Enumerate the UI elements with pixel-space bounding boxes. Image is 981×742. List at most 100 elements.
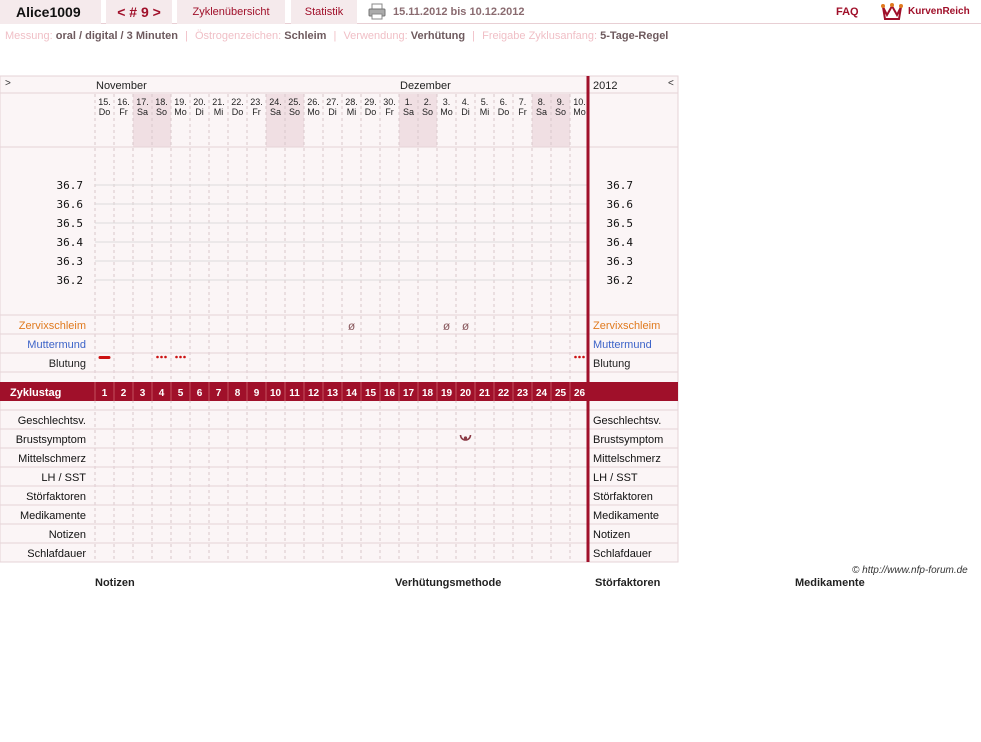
bleeding-light-dot xyxy=(582,355,585,359)
day-weekday: So xyxy=(555,107,566,117)
row-label-right: Mittelschmerz xyxy=(593,453,661,465)
row-label-right: LH / SST xyxy=(593,472,638,484)
bleeding-light-dot xyxy=(578,355,581,359)
day-date: 17. xyxy=(136,97,149,107)
row-label-left: Medikamente xyxy=(20,510,86,522)
cycle-day-number: 5 xyxy=(178,388,184,399)
scroll-right-icon: < xyxy=(668,78,674,89)
cycle-day-number: 22 xyxy=(498,388,510,399)
temp-tick-left: 36.7 xyxy=(57,179,84,192)
row-label-right: Medikamente xyxy=(593,510,659,522)
row-label-left: Notizen xyxy=(49,529,86,541)
cycle-day-number: 18 xyxy=(422,388,434,399)
day-weekday: Fr xyxy=(518,107,527,117)
day-weekday: So xyxy=(422,107,433,117)
day-weekday: Di xyxy=(461,107,470,117)
cycle-day-number: 20 xyxy=(460,388,472,399)
mucus-mark: ø xyxy=(462,319,470,333)
day-weekday: Di xyxy=(195,107,204,117)
row-label-left: Geschlechtsv. xyxy=(18,415,86,427)
cycle-day-number: 23 xyxy=(517,388,529,399)
day-date: 24. xyxy=(269,97,282,107)
cycle-day-number: 11 xyxy=(289,388,300,399)
scroll-left-icon: > xyxy=(5,78,11,89)
cycle-day-number: 3 xyxy=(140,388,146,399)
day-weekday: Sa xyxy=(403,107,414,117)
day-date: 15. xyxy=(98,97,111,107)
day-weekday: Mi xyxy=(347,107,357,117)
day-date: 5. xyxy=(481,97,489,107)
temp-tick-right: 36.5 xyxy=(607,217,634,230)
cycle-day-number: 2 xyxy=(121,388,127,399)
day-date: 19. xyxy=(174,97,187,107)
row-label-left: Brustsymptom xyxy=(16,434,86,446)
day-date: 7. xyxy=(519,97,527,107)
cycle-chart: > <2012November Dezember15.Do16.Fr17.Sa18.… xyxy=(0,75,679,563)
row-label-right: Blutung xyxy=(593,358,630,370)
month-label: November xyxy=(96,80,147,92)
day-date: 6. xyxy=(500,97,508,107)
cycle-day-number: 15 xyxy=(365,388,377,399)
bleeding-light-dot xyxy=(160,355,163,359)
day-date: 27. xyxy=(326,97,339,107)
day-weekday: Do xyxy=(232,107,244,117)
row-label-left: Schlafdauer xyxy=(27,548,86,560)
day-date: 20. xyxy=(193,97,206,107)
day-weekday: Fr xyxy=(385,107,394,117)
month-label: Dezember xyxy=(400,80,451,92)
disturbances-heading: Störfaktoren xyxy=(595,577,661,589)
day-weekday: Do xyxy=(498,107,510,117)
cycle-day-number: 19 xyxy=(441,388,453,399)
row-label-right: Brustsymptom xyxy=(593,434,663,446)
cycle-day-number: 6 xyxy=(197,388,203,399)
day-weekday: Mo xyxy=(573,107,586,117)
bleeding-light-dot xyxy=(179,355,182,359)
day-weekday: Mo xyxy=(174,107,187,117)
day-date: 18. xyxy=(155,97,168,107)
day-date: 23. xyxy=(250,97,263,107)
temp-tick-right: 36.6 xyxy=(607,198,634,211)
day-date: 8. xyxy=(538,97,546,107)
cycle-day-label: Zyklustag xyxy=(10,387,61,399)
bottom-legend: Notizen Verhütungsmethode Störfaktoren M… xyxy=(0,577,981,597)
day-date: 30. xyxy=(383,97,396,107)
temp-tick-left: 36.2 xyxy=(57,274,84,287)
day-date: 9. xyxy=(557,97,565,107)
cycle-day-number: 14 xyxy=(346,388,358,399)
day-date: 29. xyxy=(364,97,377,107)
day-weekday: So xyxy=(289,107,300,117)
day-weekday: Do xyxy=(99,107,111,117)
temp-tick-left: 36.6 xyxy=(57,198,84,211)
day-date: 26. xyxy=(307,97,320,107)
row-label-right: Zervixschleim xyxy=(593,320,660,332)
bleeding-light-dot xyxy=(156,355,159,359)
copyright: © http://www.nfp-forum.de xyxy=(852,565,968,576)
year-label: 2012 xyxy=(593,80,617,92)
row-label-right: Muttermund xyxy=(593,339,652,351)
cycle-day-number: 25 xyxy=(555,388,567,399)
cycle-day-number: 26 xyxy=(574,388,586,399)
cycle-day-number: 9 xyxy=(254,388,260,399)
day-date: 4. xyxy=(462,97,470,107)
bleeding-light-dot xyxy=(175,355,178,359)
bleeding-strong-mark xyxy=(98,356,111,359)
day-weekday: Mi xyxy=(214,107,224,117)
cycle-day-number: 24 xyxy=(536,388,548,399)
temp-tick-left: 36.5 xyxy=(57,217,84,230)
breast-symptom-dot xyxy=(463,436,468,440)
day-weekday: Sa xyxy=(270,107,281,117)
row-label-right: Störfaktoren xyxy=(593,491,653,503)
temp-tick-right: 36.2 xyxy=(607,274,634,287)
medication-heading: Medikamente xyxy=(795,577,865,589)
day-date: 28. xyxy=(345,97,358,107)
chart-frame xyxy=(0,75,679,563)
cycle-day-number: 13 xyxy=(327,388,339,399)
day-weekday: Mo xyxy=(440,107,453,117)
temp-tick-right: 36.7 xyxy=(607,179,634,192)
day-date: 22. xyxy=(231,97,244,107)
day-weekday: Sa xyxy=(137,107,148,117)
row-label-right: Notizen xyxy=(593,529,630,541)
day-date: 1. xyxy=(405,97,413,107)
day-date: 10. xyxy=(573,97,586,107)
row-label-left: Mittelschmerz xyxy=(18,453,86,465)
